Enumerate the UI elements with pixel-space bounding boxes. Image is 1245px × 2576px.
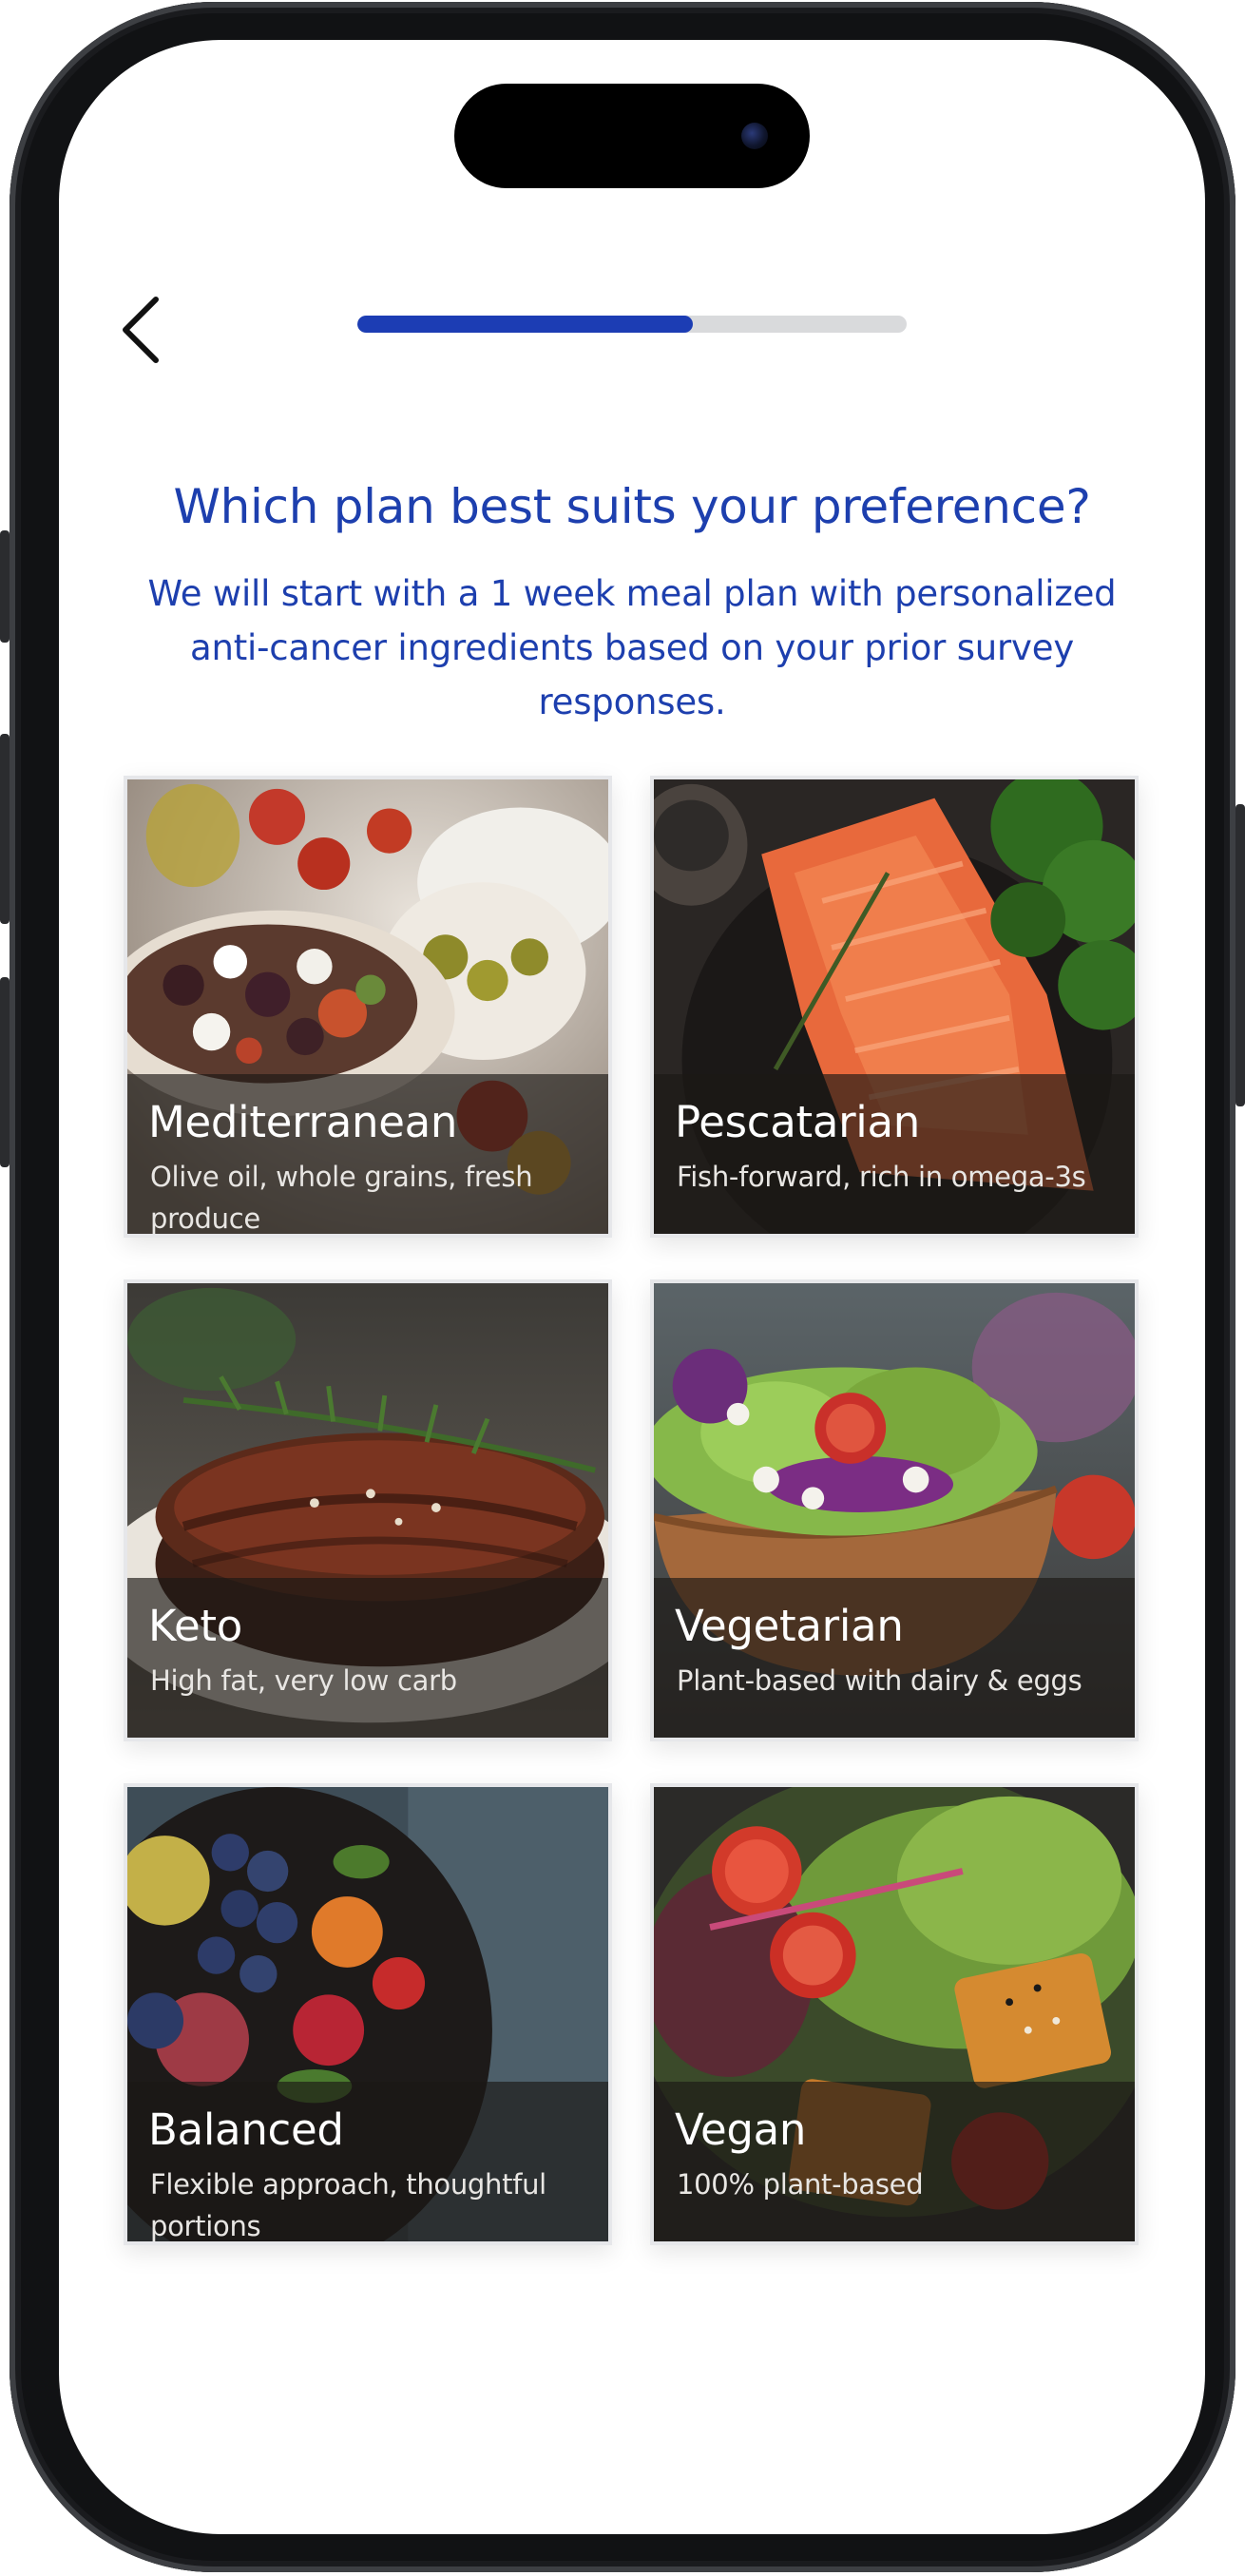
volume-down-button xyxy=(0,977,10,1167)
plan-description: Plant-based with dairy & eggs xyxy=(677,1664,1082,1697)
plan-name: Pescatarian xyxy=(675,1097,920,1147)
plan-name: Vegan xyxy=(675,2105,807,2155)
plan-name: Vegetarian xyxy=(675,1601,904,1651)
progress-bar-fill xyxy=(357,316,693,333)
volume-up-button xyxy=(0,734,10,924)
plan-card-pescatarian[interactable]: Pescatarian Fish-forward, rich in omega-… xyxy=(650,776,1139,1238)
plan-description: 100% plant-based xyxy=(677,2168,924,2201)
plan-grid: Mediterranean Olive oil, whole grains, f… xyxy=(124,776,1140,2249)
page-title: Which plan best suits your preference? xyxy=(173,479,1091,534)
app-screen: Which plan best suits your preference? W… xyxy=(59,40,1205,2534)
plan-name: Balanced xyxy=(148,2105,344,2155)
plan-description: Olive oil, whole grains, fresh produce xyxy=(150,1161,533,1235)
plan-card-vegan[interactable]: Vegan 100% plant-based xyxy=(650,1783,1139,2245)
plan-name: Mediterranean xyxy=(148,1097,458,1147)
camera-icon xyxy=(741,123,768,149)
plan-name: Keto xyxy=(148,1601,242,1651)
progress-bar xyxy=(357,316,907,333)
plan-card-vegetarian[interactable]: Vegetarian Plant-based with dairy & eggs xyxy=(650,1279,1139,1741)
back-button[interactable] xyxy=(106,287,173,373)
plan-card-keto[interactable]: Keto High fat, very low carb xyxy=(124,1279,612,1741)
plan-card-mediterranean[interactable]: Mediterranean Olive oil, whole grains, f… xyxy=(124,776,612,1238)
phone-frame: Which plan best suits your preference? W… xyxy=(0,2,1245,2572)
page-subtitle: We will start with a 1 week meal plan wi… xyxy=(147,573,1117,722)
chevron-left-icon xyxy=(123,297,159,363)
dynamic-island xyxy=(454,84,810,188)
action-button xyxy=(0,530,10,643)
plan-card-balanced[interactable]: Balanced Flexible approach, thoughtful p… xyxy=(124,1783,612,2245)
plan-description: Flexible approach, thoughtful portions xyxy=(150,2168,546,2242)
plan-description: Fish-forward, rich in omega-3s xyxy=(677,1161,1086,1193)
plan-description: High fat, very low carb xyxy=(150,1664,457,1697)
power-button xyxy=(1235,804,1245,1106)
